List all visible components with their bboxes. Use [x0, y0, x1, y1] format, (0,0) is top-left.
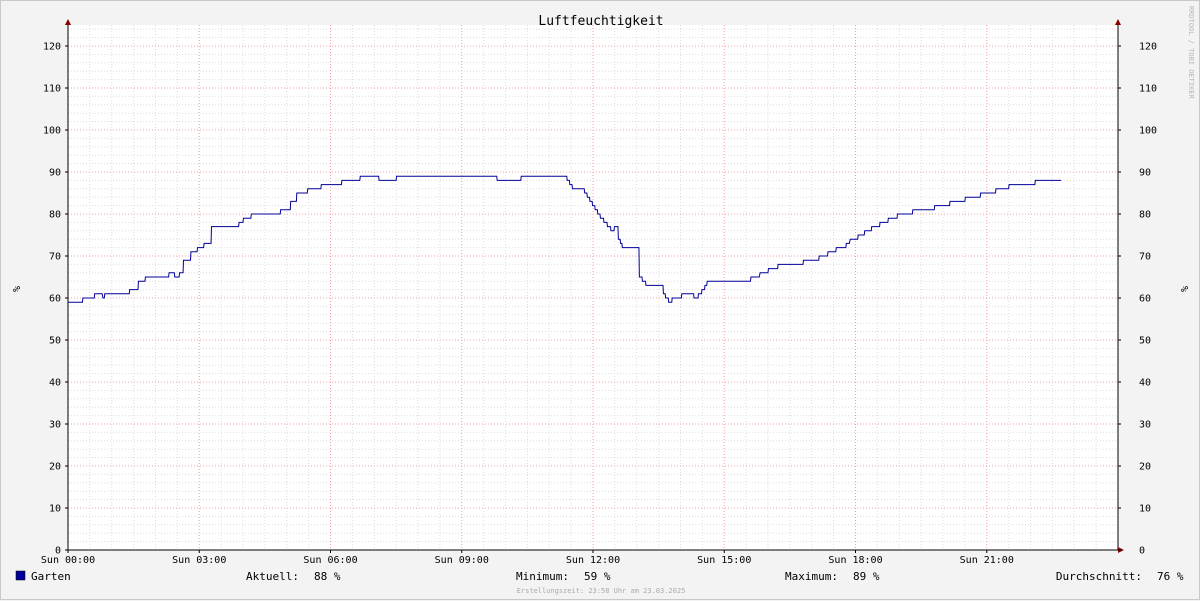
y-tick-label-right: 50	[1139, 336, 1151, 347]
x-tick-label: Sun 15:00	[697, 555, 751, 566]
y-tick-label: 100	[43, 126, 61, 137]
legend-stat-label-average: Durchschnitt:	[1056, 570, 1142, 583]
x-tick-label: Sun 18:00	[828, 555, 882, 566]
y-tick-label-right: 90	[1139, 168, 1151, 179]
y-tick-label: 110	[43, 84, 61, 95]
y-tick-label-right: 30	[1139, 420, 1151, 431]
y-tick-label: 60	[49, 294, 61, 305]
y-axis-label-left: %	[10, 286, 21, 292]
chart: 0 010 1020 2030 3040 4050 5060 6070 7080 8090 9010…	[10, 6, 1195, 595]
y-tick-label: 30	[49, 420, 61, 431]
y-tick-label-right: 100	[1139, 126, 1157, 137]
legend-stat-label-maximum: Maximum:	[785, 570, 838, 583]
y-tick-label-right: 10	[1139, 504, 1151, 515]
x-tick-label: Sun 03:00	[172, 555, 226, 566]
y-tick-label: 10	[49, 504, 61, 515]
legend-swatch	[15, 570, 26, 581]
y-tick-label: 50	[49, 336, 61, 347]
y-tick-label: 120	[43, 42, 61, 53]
y-tick-label-right: 60	[1139, 294, 1151, 305]
grid	[68, 25, 1118, 550]
y-tick-label: 20	[49, 462, 61, 473]
y-tick-label-right: 80	[1139, 210, 1151, 221]
legend-stat-value-current: 88 %	[314, 570, 341, 583]
legend: Garten Aktuell: 88 % Minimum: 59 % Maxim…	[15, 570, 1184, 583]
y-axis-arrow-left	[65, 19, 71, 25]
y-tick-label: 70	[49, 252, 61, 263]
y-tick-label-right: 110	[1139, 84, 1157, 95]
x-tick-label: Sun 00:00	[41, 555, 95, 566]
y-tick-label: 40	[49, 378, 61, 389]
legend-stat-value-maximum: 89 %	[853, 570, 880, 583]
y-axis-arrow-right	[1115, 19, 1121, 25]
footer-timestamp: Erstellungszeit: 23:58 Uhr am 23.03.2025	[517, 587, 686, 595]
y-tick-label-right: 20	[1139, 462, 1151, 473]
chart-title: Luftfeuchtigkeit	[538, 14, 663, 29]
watermark-text: RRDTOOL / TOBI OETIKER	[1187, 6, 1195, 100]
y-axis-label-right: %	[1178, 286, 1189, 292]
y-tick-label: 90	[49, 168, 61, 179]
y-tick-label-right: 40	[1139, 378, 1151, 389]
legend-stat-value-minimum: 59 %	[584, 570, 611, 583]
y-tick-label-right: 70	[1139, 252, 1151, 263]
x-tick-label: Sun 09:00	[435, 555, 489, 566]
legend-stat-value-average: 76 %	[1157, 570, 1184, 583]
legend-stat-label-current: Aktuell:	[246, 570, 299, 583]
x-tick-label: Sun 06:00	[303, 555, 357, 566]
y-tick-label-right: 0	[1139, 546, 1145, 557]
chart-frame: 0 0 10 10 20 20 30 30 40 40 50 50 60 60 70 70 80 80 90 90 10…	[0, 0, 1200, 600]
legend-series-name: Garten	[31, 570, 71, 583]
x-tick-label: Sun 12:00	[566, 555, 620, 566]
legend-stat-label-minimum: Minimum:	[516, 570, 569, 583]
y-tick-label-right: 120	[1139, 42, 1157, 53]
y-tick-label: 80	[49, 210, 61, 221]
x-tick-label: Sun 21:00	[960, 555, 1014, 566]
